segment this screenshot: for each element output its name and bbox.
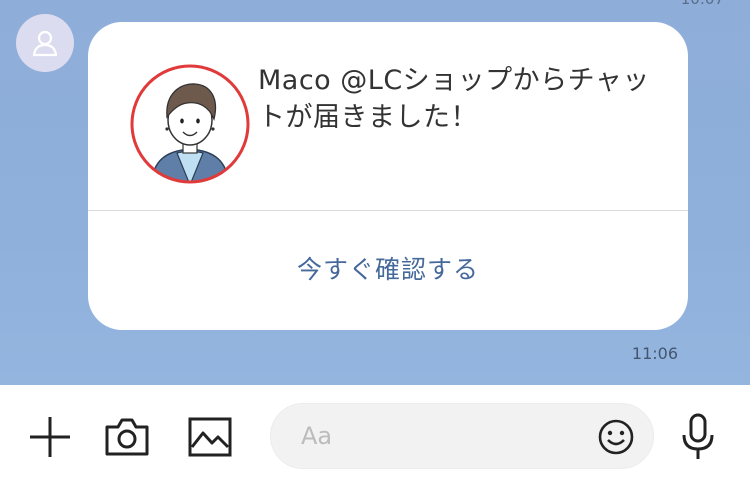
image-button[interactable]	[188, 417, 232, 457]
shop-profile-picture[interactable]	[129, 63, 251, 185]
add-button[interactable]	[28, 415, 72, 459]
input-bar: Aa	[0, 385, 750, 487]
emoji-button[interactable]	[597, 418, 635, 456]
image-icon	[188, 417, 232, 457]
voice-button[interactable]	[680, 413, 716, 461]
input-placeholder: Aa	[301, 422, 333, 450]
message-bubble[interactable]: Maco @LCショップからチャットが届きました！ 今すぐ確認する	[88, 22, 688, 330]
smiley-icon	[598, 419, 634, 455]
previous-message-time: 10:07	[681, 0, 724, 8]
check-now-button[interactable]: 今すぐ確認する	[88, 250, 688, 286]
camera-icon	[105, 418, 149, 456]
message-input[interactable]: Aa	[270, 403, 654, 469]
microphone-icon	[682, 413, 714, 459]
chat-area[interactable]: 10:07	[0, 0, 750, 385]
camera-button[interactable]	[104, 417, 150, 457]
plus-icon	[30, 417, 70, 457]
message-text: Maco @LCショップからチャットが届きました！	[258, 65, 650, 133]
divider	[88, 210, 688, 211]
person-outline-icon	[32, 30, 58, 57]
message-time: 11:06	[631, 344, 678, 363]
sender-avatar[interactable]	[16, 14, 74, 72]
